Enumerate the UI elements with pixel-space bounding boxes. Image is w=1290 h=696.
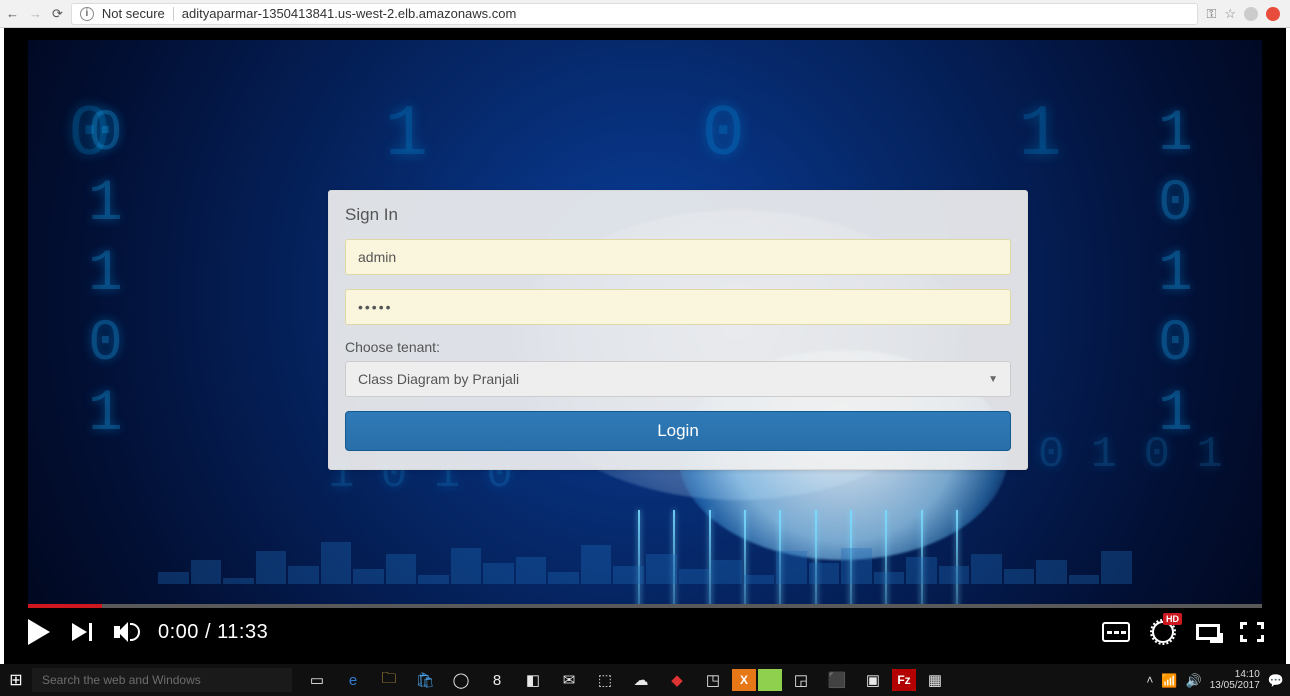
taskbar-search[interactable]: Search the web and Windows [32, 668, 292, 692]
store-icon[interactable]: 🛍 [408, 666, 442, 694]
taskbar-apps: ▭ e 🗀 🛍 ◯ 8 ◧ ✉ ⬚ ☁ ◆ ◳ X ◲ ⬛ ▣ Fz ▦ [300, 666, 952, 694]
login-label: Login [657, 421, 699, 441]
extension-red-icon[interactable] [1266, 7, 1280, 21]
network-icon[interactable]: 📶 [1161, 675, 1177, 686]
explorer-icon[interactable]: 🗀 [372, 666, 406, 694]
time-separator: / [205, 621, 217, 643]
video-time: 0:00 / 11:33 [158, 621, 268, 644]
video-progress-played [28, 604, 102, 608]
action-center-icon[interactable]: 💬 [1268, 675, 1284, 686]
bookmark-star-icon[interactable]: ☆ [1224, 6, 1236, 22]
info-icon[interactable]: i [80, 7, 94, 21]
chrome-icon[interactable]: ◯ [444, 666, 478, 694]
pdf-icon[interactable]: ◆ [660, 666, 694, 694]
settings-gear-icon[interactable]: HD [1152, 621, 1174, 643]
extension-icon[interactable] [1244, 7, 1258, 21]
chevron-down-icon: ▼ [988, 374, 998, 385]
taskbar-search-placeholder: Search the web and Windows [42, 673, 201, 687]
tenant-label: Choose tenant: [345, 339, 1011, 355]
windows-taskbar: ⊞ Search the web and Windows ▭ e 🗀 🛍 ◯ 8… [0, 664, 1290, 696]
app-icon[interactable]: ▣ [856, 666, 890, 694]
tenant-selected: Class Diagram by Pranjali [358, 371, 519, 387]
volume-icon[interactable] [114, 621, 136, 643]
video-current-time: 0:00 [158, 621, 199, 643]
system-tray: ˄ 📶 🔊 14:10 13/05/2017 💬 [1146, 669, 1290, 691]
username-value: admin [358, 249, 396, 265]
equalizer-graphic [158, 524, 1132, 584]
filezilla-icon[interactable]: Fz [892, 669, 916, 691]
reload-icon[interactable]: ⟳ [52, 6, 63, 22]
subtitles-icon[interactable] [1102, 622, 1130, 642]
key-icon[interactable]: ⚿ [1206, 6, 1216, 22]
password-value: ••••• [358, 299, 393, 315]
edge-icon[interactable]: e [336, 666, 370, 694]
app-icon[interactable]: ☁ [624, 666, 658, 694]
app-icon[interactable]: ◧ [516, 666, 550, 694]
security-label: Not secure [102, 6, 165, 21]
bg-digits: 0 1 0 1 [1038, 420, 1223, 490]
url-text: adityaparmar-1350413841.us-west-2.elb.am… [182, 6, 517, 21]
address-bar[interactable]: i Not secure adityaparmar-1350413841.us-… [71, 3, 1199, 25]
video-stage: 01101 10101 1 0 1 0 0 1 0 1 Sign In admi… [4, 28, 1286, 664]
username-input[interactable]: admin [345, 239, 1011, 275]
tenant-select[interactable]: Class Diagram by Pranjali ▼ [345, 361, 1011, 397]
page-background: 01101 10101 1 0 1 0 0 1 0 1 Sign In admi… [28, 40, 1262, 604]
notepadpp-icon[interactable] [758, 669, 782, 691]
browser-toolbar: ← → ⟳ i Not secure adityaparmar-13504138… [0, 0, 1290, 28]
app-icon[interactable]: ⬚ [588, 666, 622, 694]
video-duration: 11:33 [217, 621, 268, 643]
next-icon[interactable] [72, 623, 92, 641]
app-icon[interactable]: ✉ [552, 666, 586, 694]
video-progress-bar[interactable] [28, 604, 1262, 608]
app-icon[interactable]: 8 [480, 666, 514, 694]
xampp-icon[interactable]: X [732, 669, 756, 691]
fullscreen-icon[interactable] [1242, 624, 1262, 640]
forward-icon[interactable]: → [29, 6, 42, 21]
bg-digits: 10101 [1158, 100, 1193, 450]
volume-tray-icon[interactable]: 🔊 [1186, 675, 1202, 686]
app-icon[interactable]: ⬛ [820, 666, 854, 694]
app-icon[interactable]: ◲ [784, 666, 818, 694]
miniplayer-icon[interactable] [1196, 624, 1220, 640]
taskbar-date: 13/05/2017 [1210, 680, 1260, 691]
password-input[interactable]: ••••• [345, 289, 1011, 325]
signin-panel: Sign In admin ••••• Choose tenant: Class… [328, 190, 1028, 470]
back-icon[interactable]: ← [6, 6, 19, 21]
video-controls: 0:00 / 11:33 HD [28, 612, 1262, 652]
taskbar-time: 14:10 [1210, 669, 1260, 680]
taskbar-clock[interactable]: 14:10 13/05/2017 [1210, 669, 1260, 691]
app-icon[interactable]: ▦ [918, 666, 952, 694]
signin-title: Sign In [345, 205, 1011, 225]
app-icon[interactable]: ◳ [696, 666, 730, 694]
start-button[interactable]: ⊞ [0, 670, 32, 690]
bg-digits: 01101 [88, 100, 123, 450]
taskview-icon[interactable]: ▭ [300, 666, 334, 694]
hd-badge: HD [1163, 613, 1182, 625]
tray-overflow-icon[interactable]: ˄ [1146, 675, 1153, 686]
divider [173, 7, 174, 21]
login-button[interactable]: Login [345, 411, 1011, 451]
play-icon[interactable] [28, 619, 50, 645]
